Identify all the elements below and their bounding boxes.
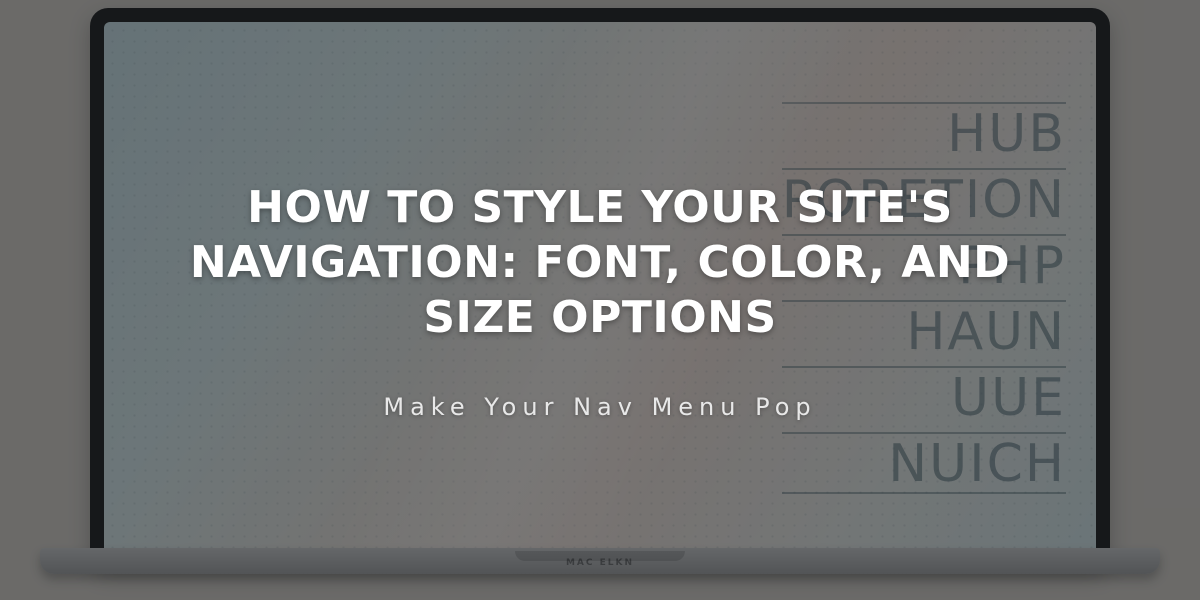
hero-banner: HUB PORETION PHP HAUN UUE NUICH MAC ELKN… — [0, 0, 1200, 600]
hero-subtitle: Make Your Nav Menu Pop — [383, 393, 816, 421]
hero-overlay: HOW TO STYLE YOUR SITE'S NAVIGATION: FON… — [0, 0, 1200, 600]
hero-title: HOW TO STYLE YOUR SITE'S NAVIGATION: FON… — [140, 180, 1060, 345]
